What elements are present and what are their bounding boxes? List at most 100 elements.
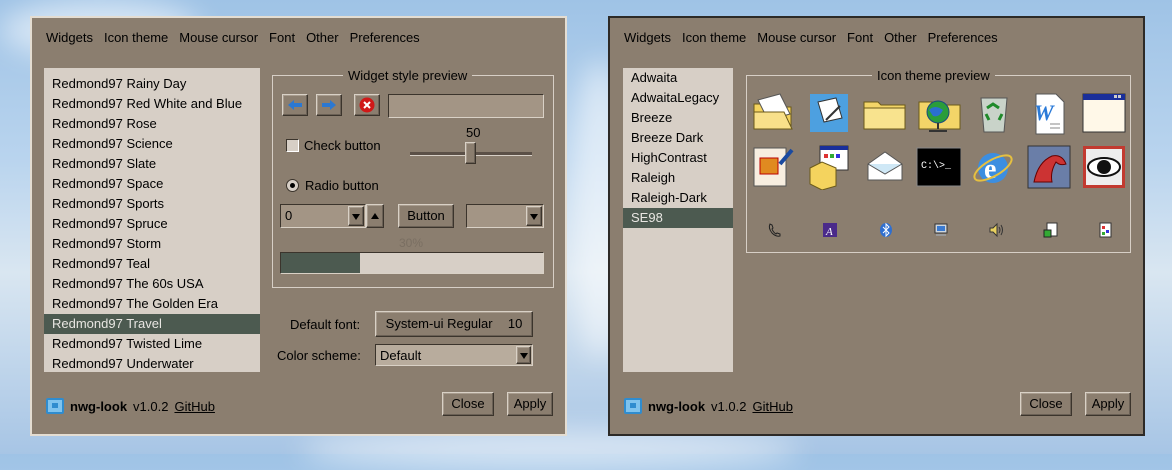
nwg-look-app-icon [624,398,642,414]
footer: nwg-look v1.0.2 GitHub [46,398,215,414]
app-version: v1.0.2 [711,398,747,414]
radio-dot [290,183,295,188]
checkbox-box[interactable] [286,139,299,152]
go-back-button[interactable] [282,94,308,116]
window-icon [1082,93,1126,133]
mail-icon [867,151,903,181]
default-font-button[interactable]: System-ui Regular 10 [375,311,533,337]
menu-icon-theme[interactable]: Icon theme [104,30,168,45]
list-item[interactable]: Redmond97 Travel [44,314,260,334]
list-item[interactable]: Redmond97 Teal [44,254,260,274]
color-scheme-arrow[interactable] [516,346,531,364]
list-item[interactable]: HighContrast [623,148,733,168]
github-link[interactable]: GitHub [752,399,792,414]
color-scheme-combo[interactable]: Default [375,344,533,366]
caret-down-icon [519,353,528,359]
svg-text:A: A [825,226,833,238]
list-item[interactable]: Redmond97 The Golden Era [44,294,260,314]
app-name: nwg-look [70,398,128,414]
font-size: 10 [507,316,523,331]
svg-text:W: W [1034,100,1055,125]
list-item[interactable]: Redmond97 Space [44,174,260,194]
list-item[interactable]: Redmond97 Spruce [44,214,260,234]
check-button-label: Check button [304,138,381,153]
nwg-look-window-widgets: Widgets Icon theme Mouse cursor Font Oth… [30,16,567,436]
apply-button-label: Apply [513,396,547,411]
close-button[interactable]: Close [1020,392,1072,416]
stop-button[interactable] [354,94,380,116]
menu-icon-theme[interactable]: Icon theme [682,30,746,45]
arrow-left-icon [288,100,302,110]
list-item[interactable]: Redmond97 Science [44,134,260,154]
list-item[interactable]: Redmond97 Slate [44,154,260,174]
apply-button[interactable]: Apply [1085,392,1131,416]
radio-button-label: Radio button [305,178,379,193]
list-item[interactable]: Redmond97 Sports [44,194,260,214]
slider-value-label: 50 [466,125,481,140]
image-editor-icon [753,147,794,187]
list-item[interactable]: Redmond97 Storm [44,234,260,254]
check-button[interactable]: Check button [286,138,381,153]
progress-text: 30% [399,236,424,250]
menu-mouse-cursor[interactable]: Mouse cursor [179,30,258,45]
caret-down-icon [352,214,360,220]
spin-up-button[interactable] [366,204,384,228]
phone-icon [768,223,781,237]
icon-theme-list[interactable]: Adwaita AdwaitaLegacy Breeze Breeze Dark Hig… [623,68,733,372]
folder-open-icon [753,93,793,130]
radio-circle[interactable] [286,179,299,192]
nwg-look-window-icon-theme: Widgets Icon theme Mouse cursor Font Oth… [608,16,1145,436]
list-item[interactable]: Raleigh-Dark [623,188,733,208]
widget-style-preview-legend: Widget style preview [348,68,468,83]
menu-widgets[interactable]: Widgets [46,30,93,45]
list-item[interactable]: Redmond97 Underwater [44,354,260,372]
menu-bar: Widgets Icon theme Mouse cursor Font Oth… [624,30,998,45]
cloud-decoration [300,430,800,470]
svg-text:C:\>_: C:\>_ [921,160,952,172]
preview-button-label: Button [407,208,445,223]
icon-theme-preview-legend: Icon theme preview [877,68,990,83]
list-item[interactable]: Redmond97 Twisted Lime [44,334,260,354]
bluetooth-icon [880,222,892,238]
menu-widgets[interactable]: Widgets [624,30,671,45]
list-item[interactable]: Redmond97 Rose [44,114,260,134]
menu-other[interactable]: Other [306,30,339,45]
close-button[interactable]: Close [442,392,494,416]
menu-font[interactable]: Font [847,30,873,45]
eye-icon [1083,146,1125,188]
list-item[interactable]: AdwaitaLegacy [623,88,733,108]
list-item[interactable]: SE98 [623,208,733,228]
radio-button[interactable]: Radio button [286,178,379,193]
caret-up-icon [371,213,379,219]
app-name: nwg-look [648,398,706,414]
terminal-icon: C:\>_ [916,147,961,187]
list-item[interactable]: Redmond97 Rainy Day [44,74,260,94]
list-item[interactable]: Breeze Dark [623,128,733,148]
preview-combo-arrow[interactable] [526,206,542,226]
github-link[interactable]: GitHub [174,399,214,414]
menu-preferences[interactable]: Preferences [350,30,420,45]
menu-other[interactable]: Other [884,30,917,45]
menu-mouse-cursor[interactable]: Mouse cursor [757,30,836,45]
settings-icon [1099,222,1112,238]
menu-font[interactable]: Font [269,30,295,45]
list-item[interactable]: Redmond97 The 60s USA [44,274,260,294]
slider-handle[interactable] [465,142,476,164]
list-item[interactable]: Adwaita [623,68,733,88]
apply-button-label: Apply [1091,396,1125,411]
list-item[interactable]: Redmond97 Red White and Blue [44,94,260,114]
apply-button[interactable]: Apply [507,392,553,416]
preview-text-entry[interactable] [388,94,544,118]
word-document-icon: W [1034,93,1065,135]
menu-preferences[interactable]: Preferences [928,30,998,45]
footer: nwg-look v1.0.2 GitHub [624,398,793,414]
document-icon [1043,222,1058,238]
preview-button[interactable]: Button [398,204,454,228]
go-forward-button[interactable] [316,94,342,116]
list-item[interactable]: Breeze [623,108,733,128]
gtk-theme-list[interactable]: Redmond97 Rainy Day Redmond97 Red White a… [44,68,260,372]
font-icon: A [823,223,837,238]
list-item[interactable]: Raleigh [623,168,733,188]
package-installer-icon [809,145,849,190]
spin-down-button[interactable] [348,206,364,226]
